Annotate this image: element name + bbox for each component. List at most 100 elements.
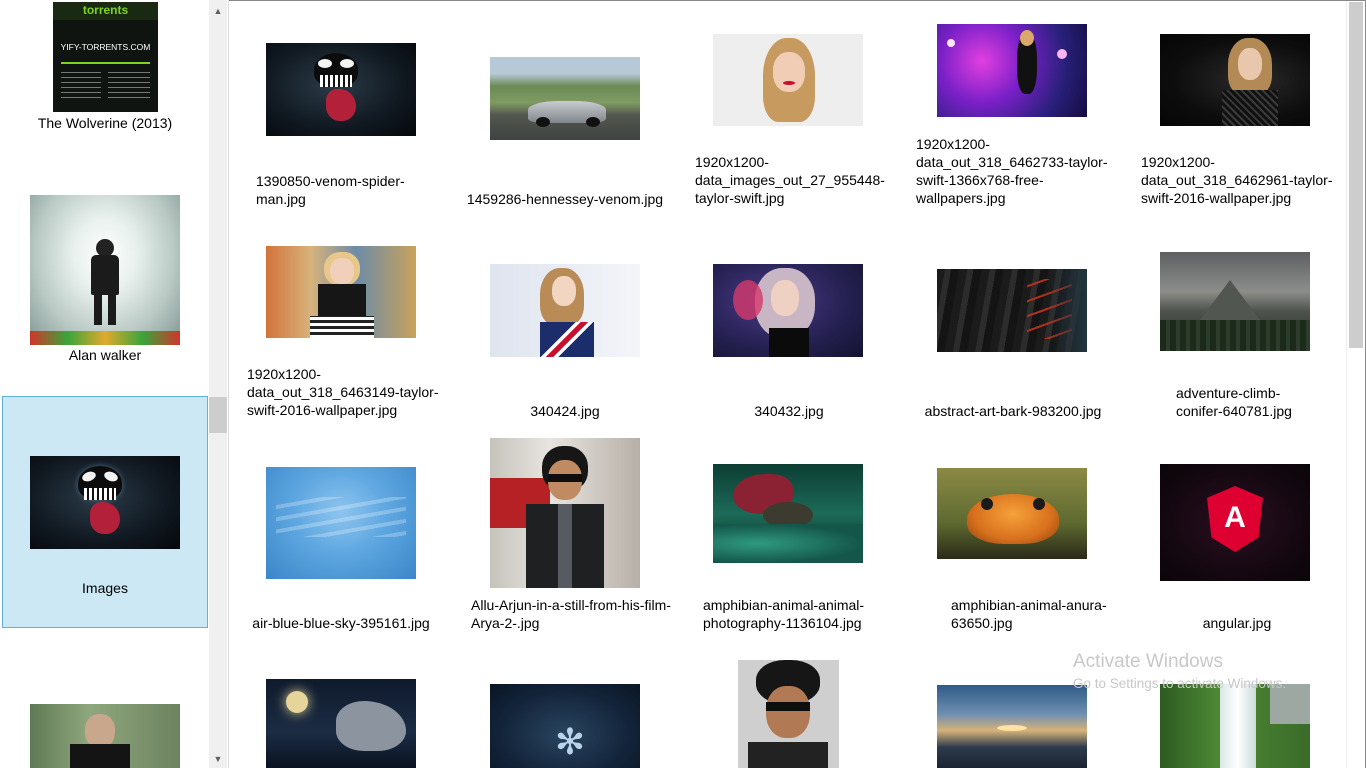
image-tile[interactable]: abstract-art-bark-983200.jpg [908,230,1118,440]
image-caption: 1459286-hennessey-venom.jpg [466,191,664,207]
face [773,52,805,92]
face [766,686,810,738]
scroll-down-arrow-icon[interactable]: ▼ [209,750,227,768]
image-caption: abstract-art-bark-983200.jpg [924,403,1102,419]
face [552,276,576,306]
wolf [336,701,406,751]
image-caption: air-blue-blue-sky-395161.jpg [252,615,430,631]
top [318,284,366,318]
agent-suit [70,744,130,768]
venom-tongue [90,502,120,534]
venom-eye [318,59,332,68]
folder-item-partial[interactable] [2,700,208,768]
scroll-up-arrow-icon[interactable]: ▲ [209,2,227,20]
image-caption: 1920x1200-data_out_318_6462961-taylor-sw… [1141,154,1333,206]
folder-item-alan-walker[interactable]: Alan walker [2,190,208,370]
image-tile[interactable]: ✻ [460,650,670,768]
car-wheel [586,117,600,127]
sun-glow [997,725,1027,731]
image-thumbnail-mountains [1160,252,1310,351]
image-caption: 1390850-venom-spider-man.jpg [256,173,405,207]
snowflake-icon: ✻ [554,721,586,762]
image-thumbnail-frog-1 [713,464,863,563]
image-tile[interactable]: 1920x1200-data_out_318_6462733-taylor-sw… [908,0,1118,230]
figure-leg [108,293,116,325]
teal-edge [1047,269,1087,352]
face [771,280,799,316]
image-tile[interactable]: 1920x1200-data_out_318_6463149-taylor-sw… [236,230,446,440]
image-tile[interactable]: 1459286-hennessey-venom.jpg [460,0,670,230]
agent-face [85,714,115,748]
image-thumbnail-sunset [937,685,1087,768]
image-tile[interactable]: 1920x1200-data_out_318_6462961-taylor-sw… [1132,0,1342,230]
window-border [229,0,1366,1]
folder-thumbnail-agent [30,704,180,768]
folder-list-scrollbar[interactable]: ▲ ▼ [209,0,227,768]
poster-list-right [108,72,150,100]
flag-jacket [540,322,594,357]
sunglasses [548,474,582,482]
image-thumbnail-340424 [490,264,640,357]
folder-list-scroll-thumb[interactable] [209,397,227,433]
image-thumbnail-sky [266,467,416,579]
image-thumbnail-angular: A [1160,464,1310,581]
image-tile[interactable]: 1920x1200-data_images_out_27_955448-tayl… [684,0,894,230]
image-tile[interactable]: air-blue-blue-sky-395161.jpg [236,440,446,650]
folder-label: Images [82,580,128,596]
image-thumbnail-taylor-4 [266,246,416,338]
mountain-peak [1200,280,1260,320]
face [1238,48,1262,80]
frog-eye [981,498,993,510]
jacket [748,742,828,768]
image-grid-scroll-thumb[interactable] [1349,2,1363,348]
pink-light [733,280,763,320]
image-tile[interactable]: amphibian-animal-anura-63650.jpg [908,440,1118,650]
venom-teeth [320,75,352,87]
poster-divider [61,62,150,64]
venom-tongue [326,89,356,121]
folder-list: torrents YIFY-TORRENTS.COM The Wolverine… [0,0,229,768]
image-thumbnail-portrait [738,660,839,768]
image-caption: angular.jpg [1202,615,1272,631]
image-caption: adventure-climb-conifer-640781.jpg [1176,385,1292,419]
image-tile[interactable] [236,650,446,768]
striped-skirt [310,316,374,338]
image-grid-scrollbar[interactable] [1346,0,1365,768]
image-tile[interactable]: Allu-Arjun-in-a-still-from-his-film-Arya… [460,430,671,650]
sunglasses [766,702,810,711]
image-tile[interactable]: A angular.jpg [1132,440,1342,650]
image-tile[interactable]: 1390850-venom-spider-man.jpg [236,0,446,230]
image-thumbnail-frog-2 [937,468,1087,559]
figure-head [1020,30,1034,46]
image-tile[interactable]: 340424.jpg [460,230,670,440]
poster-logo: torrents [53,2,158,20]
forest [1160,320,1310,351]
waterfall [1220,684,1256,768]
image-tile[interactable]: adventure-climb-conifer-640781.jpg [1132,230,1342,440]
image-thumbnail-allu-arjun [490,438,640,588]
venom-teeth [84,488,116,500]
dress [769,328,809,357]
moon [286,691,308,713]
folder-item-the-wolverine[interactable]: torrents YIFY-TORRENTS.COM The Wolverine… [2,0,208,140]
folder-label: The Wolverine (2013) [37,115,173,131]
image-caption: 1920x1200-data_out_318_6462733-taylor-sw… [916,136,1108,206]
image-tile[interactable]: 340432.jpg [684,230,894,440]
figure-body [91,255,119,295]
lace-dress [1222,90,1278,126]
bokeh-light [947,39,955,47]
figure-leg [94,293,102,325]
folder-thumbnail-alan-walker [30,195,180,345]
image-thumbnail-wolves [266,679,416,768]
watermark-subtitle: Go to Settings to activate Windows. [1073,676,1287,691]
image-caption: 1920x1200-data_out_318_6463149-taylor-sw… [247,366,439,418]
image-caption: 340432.jpg [754,403,824,419]
folder-item-images[interactable]: Images [2,396,208,628]
shirt [558,504,572,588]
image-thumbnail-taylor-1 [713,34,863,126]
image-tile[interactable] [684,650,894,768]
folder-thumbnail-wolverine: torrents YIFY-TORRENTS.COM [53,2,158,112]
image-tile[interactable]: amphibian-animal-animal-photography-1136… [684,440,894,650]
frog-eye [1033,498,1045,510]
image-thumbnail-taylor-3 [1160,34,1310,126]
